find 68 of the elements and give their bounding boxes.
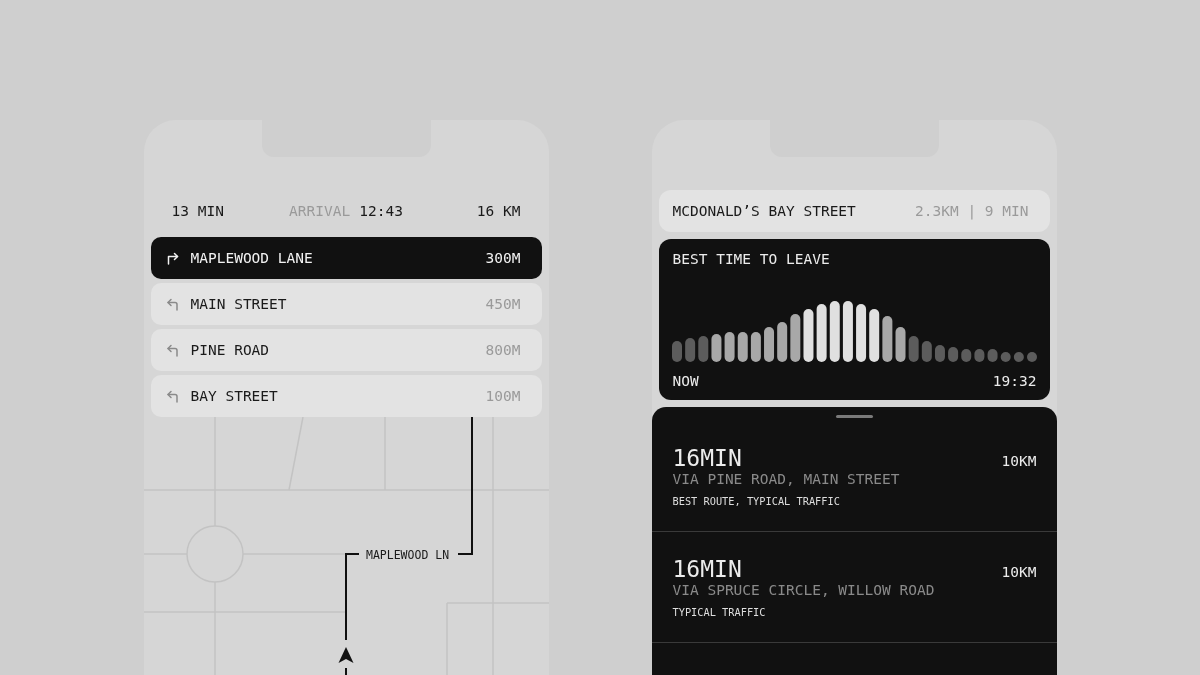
chart-bar (842, 301, 853, 362)
destination-name: MCDONALD’S BAY STREET (672, 203, 856, 219)
route-option[interactable]: 16MIN 10KM VIA SPRUCE CIRCLE, WILLOW ROAD TYPICAL TRAFFIC (651, 532, 1057, 643)
street-name: MAIN STREET (190, 296, 288, 312)
chart-bar (921, 341, 932, 362)
direction-row[interactable]: MAIN STREET 450M (150, 283, 542, 325)
turn-right-icon (165, 251, 180, 265)
street-name: MAPLEWOOD LANE (190, 250, 314, 266)
chart-bar (868, 309, 879, 362)
step-distance: 300M (485, 250, 521, 266)
chart-bar (776, 322, 787, 362)
chart-bar (763, 327, 774, 362)
chart-bar (829, 301, 840, 362)
chart-bar (789, 314, 800, 362)
chart-bar (671, 341, 682, 362)
street-name: BAY STREET (190, 388, 279, 404)
chart-bar (973, 349, 984, 362)
direction-row[interactable]: PINE ROAD 800M (150, 329, 542, 371)
chart-bar (1013, 352, 1024, 362)
chart-bar (724, 332, 735, 362)
chart-bar (987, 349, 998, 362)
step-distance: 450M (485, 296, 521, 312)
destination-card[interactable]: MCDONALD’S BAY STREET 2.3KM | 9 MIN (658, 190, 1050, 232)
navigation-arrow-icon (338, 647, 353, 663)
step-distance: 100M (485, 388, 521, 404)
route-distance: 10KM (1001, 564, 1037, 580)
chart-bar (908, 336, 919, 362)
destination-summary: 2.3KM | 9 MIN (915, 203, 1029, 219)
chart-bar (737, 332, 748, 362)
step-distance: 800M (485, 342, 521, 358)
chart-bar (855, 304, 866, 362)
dashed-route-line (344, 667, 347, 675)
chart-bar (710, 334, 721, 362)
turn-left-icon (165, 343, 180, 357)
route-note: BEST ROUTE, TYPICAL TRAFFIC (672, 494, 841, 508)
chart-bar (803, 309, 813, 362)
direction-row[interactable]: MAPLEWOOD LANE 300M (150, 237, 542, 279)
trip-distance: 16 KM (476, 202, 521, 221)
route-duration: 16MIN (672, 557, 742, 581)
route-via: VIA PINE ROAD, MAIN STREET (672, 470, 901, 488)
chart-bar (684, 338, 695, 362)
chart-bar (934, 345, 945, 362)
turn-left-icon (165, 389, 180, 403)
chart-bar (947, 347, 958, 362)
chart-bar (697, 336, 708, 362)
route-option[interactable]: 16MIN 10KM VIA PINE ROAD, MAIN STREET BEST ROUTE, TYPICAL TRAFFIC (651, 421, 1057, 532)
chart-start-label: NOW (672, 373, 699, 389)
turn-left-icon (165, 297, 180, 311)
arrival-time: 12:43 (359, 203, 403, 219)
chart-bar (960, 349, 971, 362)
chart-bar (1026, 352, 1037, 362)
chart-title: BEST TIME TO LEAVE (671, 251, 831, 267)
chart-bar (1000, 352, 1011, 362)
street-label: MAPLEWOOD LN (365, 547, 449, 562)
street-name: PINE ROAD (190, 342, 271, 358)
chart-bar (895, 327, 905, 362)
route-duration: 16MIN (672, 446, 742, 470)
chart-bar (881, 316, 892, 362)
chart-end-label: 19:32 (992, 373, 1037, 389)
chart-bar (816, 304, 827, 362)
arrival-label: ARRIVAL (289, 203, 351, 219)
route-note: TYPICAL TRAFFIC (672, 605, 767, 619)
route-distance: 10KM (1001, 453, 1037, 469)
trip-duration: 13 MIN (171, 202, 225, 221)
sheet-handle[interactable] (835, 415, 873, 418)
direction-row[interactable]: BAY STREET 100M (150, 375, 542, 417)
route-via: VIA SPRUCE CIRCLE, WILLOW ROAD (672, 581, 936, 599)
chart-bar (750, 332, 761, 362)
